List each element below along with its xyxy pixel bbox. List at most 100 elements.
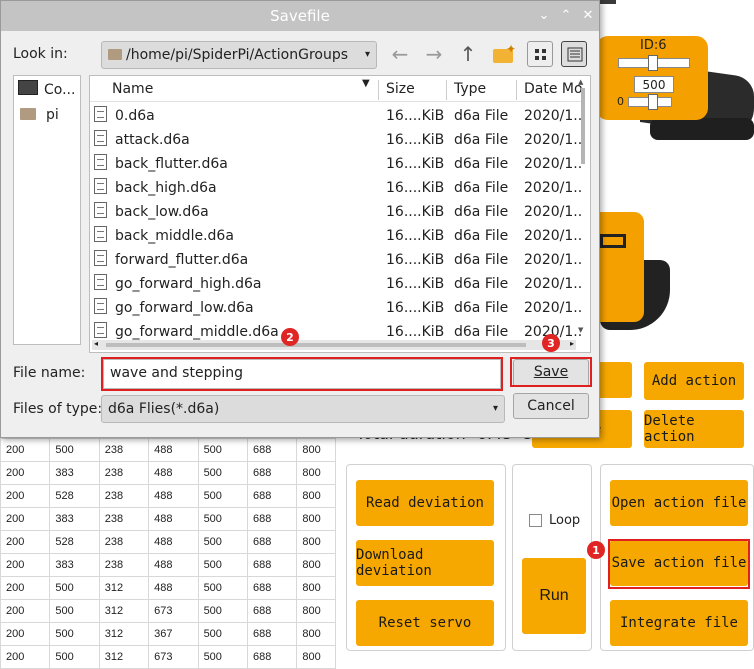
detail-view-icon[interactable] <box>561 41 587 67</box>
table-cell: 528 <box>49 484 100 508</box>
table-cell: 688 <box>246 484 298 508</box>
file-row[interactable]: go_forward_high.d6a 16....KiB d6a File 2020… <box>90 272 582 296</box>
table-cell: 800 <box>296 553 336 577</box>
files-of-type-label: Files of type: <box>13 401 103 417</box>
column-header-size[interactable]: Size <box>386 76 415 102</box>
download-deviation-button[interactable]: Download deviation <box>356 540 494 586</box>
hidden-button-1[interactable] <box>598 362 632 398</box>
table-row[interactable]: 200 500 312 367 500 688 800 <box>0 622 336 646</box>
document-icon <box>94 322 107 338</box>
column-separator <box>378 80 379 100</box>
file-size-cell: 16....KiB <box>386 132 445 148</box>
look-in-combo[interactable]: /home/pi/SpiderPi/ActionGroups ▾ <box>101 41 377 69</box>
table-row[interactable]: 200 500 238 488 500 688 800 <box>0 438 336 462</box>
file-name-cell: back_flutter.d6a <box>94 152 228 176</box>
reset-servo-button[interactable]: Reset servo <box>356 600 494 646</box>
forward-arrow-icon[interactable]: → <box>421 41 447 67</box>
integrate-file-button[interactable]: Integrate file <box>610 600 748 646</box>
scroll-right-icon[interactable]: ▸ <box>570 339 574 348</box>
table-cell: 488 <box>148 438 199 462</box>
back-arrow-icon[interactable]: ← <box>387 41 413 67</box>
scrollbar-thumb[interactable] <box>581 88 585 164</box>
file-name-text: 0.d6a <box>115 108 155 124</box>
add-action-button[interactable]: Add action <box>644 362 744 400</box>
document-icon <box>94 274 107 290</box>
dialog-titlebar[interactable]: Savefile <box>1 1 599 31</box>
run-button[interactable]: Run <box>522 558 586 634</box>
table-cell: 383 <box>49 507 100 531</box>
file-row[interactable]: go_forward_low.d6a 16....KiB d6a File 2020/… <box>90 296 582 320</box>
document-icon <box>94 226 107 242</box>
file-row[interactable]: back_low.d6a 16....KiB d6a File 2020/1.. <box>90 200 582 224</box>
table-row[interactable]: 200 383 238 488 500 688 800 <box>0 507 336 531</box>
scroll-down-icon[interactable]: ▼ <box>578 326 583 334</box>
close-icon[interactable]: ✕ <box>579 7 597 25</box>
table-row[interactable]: 200 383 238 488 500 688 800 <box>0 461 336 485</box>
file-name-cell: back_low.d6a <box>94 200 209 224</box>
file-row[interactable]: attack.d6a 16....KiB d6a File 2020/1.. <box>90 128 582 152</box>
table-cell: 800 <box>296 530 336 554</box>
read-deviation-button[interactable]: Read deviation <box>356 480 494 526</box>
up-arrow-icon[interactable]: ↑ <box>455 41 481 67</box>
vertical-scrollbar[interactable]: ▲ ▼ <box>578 78 588 338</box>
table-row[interactable]: 200 528 238 488 500 688 800 <box>0 484 336 508</box>
file-row[interactable]: back_middle.d6a 16....KiB d6a File 2020/1.. <box>90 224 582 248</box>
chevron-down-icon[interactable]: ⌄ <box>535 7 553 25</box>
table-row[interactable]: 200 500 312 673 500 688 800 <box>0 599 336 623</box>
files-of-type-combo[interactable]: d6a Flies(*.d6a) ▾ <box>101 395 505 423</box>
cancel-button[interactable]: Cancel <box>513 393 589 419</box>
table-cell: 312 <box>98 622 150 646</box>
table-cell: 488 <box>148 530 199 554</box>
file-date-cell: 2020/1.. <box>524 108 583 124</box>
column-header-name[interactable]: Name <box>112 76 154 102</box>
file-size-cell: 16....KiB <box>386 204 445 220</box>
file-size-cell: 16....KiB <box>386 276 445 292</box>
file-name-text: back_high.d6a <box>115 180 217 196</box>
column-header-type[interactable]: Type <box>454 76 487 102</box>
scroll-left-icon[interactable]: ◂ <box>94 339 98 348</box>
file-name-label: File name: <box>13 365 86 381</box>
sidebar-item-pi[interactable]: pi <box>18 104 59 126</box>
file-row[interactable]: forward_flutter.d6a 16....KiB d6a File 2020… <box>90 248 582 272</box>
table-cell: 200 <box>0 530 51 554</box>
table-row[interactable]: 200 500 312 488 500 688 800 <box>0 576 336 600</box>
file-list: Name ▼ Size Type Date Mo 0.d6a 16....KiB d… <box>89 75 591 353</box>
column-header-date[interactable]: Date Mo <box>524 76 583 102</box>
horizontal-scrollbar[interactable]: ◂ ▸ <box>92 339 576 350</box>
table-row[interactable]: 200 500 312 673 500 688 800 <box>0 645 336 669</box>
servo-slider-knob[interactable] <box>648 55 658 71</box>
table-cell: 800 <box>296 461 336 485</box>
file-row[interactable]: back_flutter.d6a 16....KiB d6a File 2020/1.… <box>90 152 582 176</box>
action-table[interactable]: 200 500 238 488 500 688 800 200 383 238 488 500 688 8… <box>0 438 336 669</box>
file-row[interactable]: back_high.d6a 16....KiB d6a File 2020/1.. <box>90 176 582 200</box>
file-row[interactable]: 0.d6a 16....KiB d6a File 2020/1.. <box>90 104 582 128</box>
new-folder-icon[interactable]: ✦ <box>493 42 516 63</box>
table-cell: 488 <box>148 461 199 485</box>
file-date-cell: 2020/1.. <box>524 132 583 148</box>
table-cell: 367 <box>148 622 199 646</box>
table-cell: 200 <box>0 645 51 669</box>
table-cell: 238 <box>98 484 150 508</box>
file-list-header <box>90 76 578 102</box>
h-scrollbar-thumb[interactable] <box>106 343 526 347</box>
table-row[interactable]: 200 383 238 488 500 688 800 <box>0 553 336 577</box>
file-date-cell: 2020/1.. <box>524 276 583 292</box>
table-cell: 500 <box>197 507 248 531</box>
servo-slider-knob-2[interactable] <box>648 94 658 110</box>
list-view-icon[interactable] <box>527 41 553 67</box>
file-size-cell: 16....KiB <box>386 228 445 244</box>
sidebar-item-computer[interactable]: Co... <box>18 79 75 101</box>
look-in-path: /home/pi/SpiderPi/ActionGroups <box>126 47 349 63</box>
file-name-text: back_flutter.d6a <box>115 156 228 172</box>
file-date-cell: 2020/1.. <box>524 180 583 196</box>
table-row[interactable]: 200 528 238 488 500 688 800 <box>0 530 336 554</box>
loop-checkbox[interactable] <box>529 514 542 527</box>
servo-value-field[interactable]: 500 <box>634 76 674 93</box>
document-icon <box>94 250 107 266</box>
chevron-up-icon[interactable]: ⌃ <box>557 7 575 25</box>
table-cell: 500 <box>49 599 100 623</box>
delete-action-button[interactable]: Delete action <box>644 410 744 448</box>
open-action-file-button[interactable]: Open action file <box>610 480 748 526</box>
scroll-up-icon[interactable]: ▲ <box>578 78 583 86</box>
table-cell: 488 <box>148 553 199 577</box>
